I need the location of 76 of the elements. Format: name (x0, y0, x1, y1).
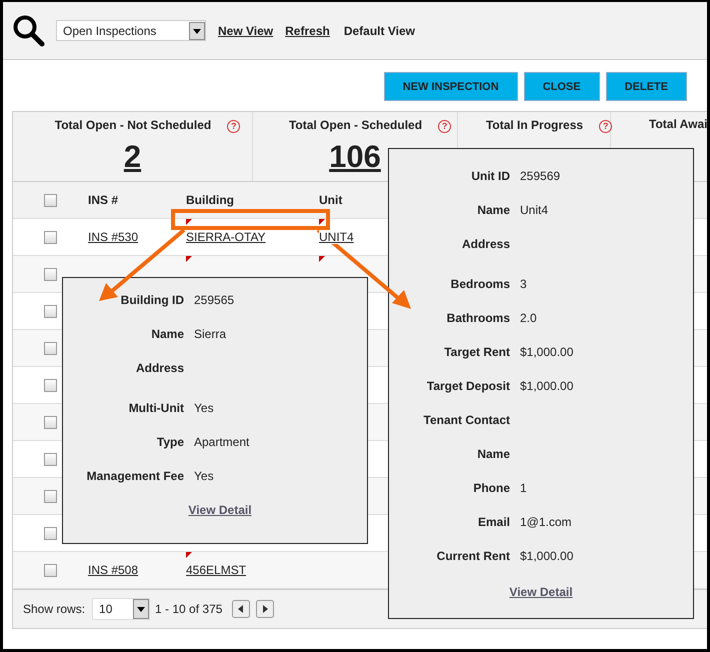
field-label: Address (460, 237, 510, 251)
field-label: Target Rent (443, 345, 510, 359)
field-value: Yes (194, 469, 214, 483)
help-icon[interactable]: ? (438, 120, 452, 133)
stat-value[interactable]: 106 (329, 139, 381, 175)
column-header[interactable]: Building (186, 193, 319, 207)
view-detail-link[interactable]: View Detail (188, 503, 252, 517)
field-label: Name (476, 447, 510, 461)
stat-value[interactable]: 2 (124, 139, 142, 175)
dropdown-icon[interactable] (133, 599, 150, 619)
checkbox[interactable] (44, 452, 57, 466)
action-button[interactable]: NEW INSPECTION (384, 72, 518, 101)
stat-label: Total Open - Not Scheduled (54, 118, 212, 132)
field-label: Phone (472, 481, 510, 495)
toolbar-link[interactable]: Refresh (285, 24, 330, 38)
checkbox[interactable] (44, 268, 57, 280)
show-rows-label: Show rows: (23, 602, 86, 616)
next-page-icon[interactable] (256, 600, 274, 618)
field-label: Management Fee (86, 469, 184, 483)
inspection-link[interactable]: INS #530 (88, 230, 138, 244)
page-size-select[interactable]: 10 (92, 598, 150, 620)
field-label: Unit ID (470, 169, 510, 183)
field-label: Type (156, 435, 184, 449)
checkbox[interactable] (44, 304, 57, 318)
building-link[interactable]: SIERRA-OTAY (186, 230, 266, 244)
field-value: Apartment (194, 435, 250, 449)
view-detail-link[interactable]: View Detail (509, 585, 573, 599)
field-value: Sierra (194, 327, 226, 341)
field-value: 1 (520, 481, 527, 495)
action-button[interactable]: CLOSE (524, 72, 600, 101)
field-label: Name (150, 327, 184, 341)
field-value: $1,000.00 (520, 549, 574, 563)
help-icon[interactable]: ? (227, 120, 240, 133)
field-value: 3 (520, 277, 527, 291)
stat-label: Total In Progress (486, 118, 584, 132)
field-value: 259569 (520, 169, 560, 183)
help-icon[interactable]: ? (599, 120, 612, 133)
field-label: Multi-Unit (128, 401, 184, 415)
field-value: Unit4 (520, 203, 548, 217)
action-button[interactable]: DELETE (606, 72, 687, 101)
field-value: 259565 (194, 293, 234, 307)
checkbox[interactable] (44, 490, 57, 502)
unit-link[interactable]: UNIT4 (319, 230, 354, 244)
building-link[interactable]: 456ELMST (186, 563, 246, 577)
page-range: 1 - 10 of 375 (155, 602, 222, 616)
toolbar-link[interactable]: New View (218, 24, 274, 38)
checkbox[interactable] (44, 564, 57, 576)
previous-page-icon[interactable] (232, 600, 250, 618)
column-header[interactable]: INS # (88, 193, 186, 207)
field-label: Tenant Contact (422, 413, 510, 427)
field-value: 1@1.com (520, 515, 572, 529)
field-label: Email (476, 515, 510, 529)
checkbox[interactable] (44, 230, 57, 244)
checkbox[interactable] (44, 194, 57, 206)
field-value: 2.0 (520, 311, 537, 325)
dropdown-icon[interactable] (189, 22, 205, 40)
stat-label: Total Open - Scheduled (288, 118, 422, 132)
inspection-link[interactable]: INS #508 (88, 563, 138, 577)
field-label: Address (134, 361, 184, 375)
field-label: Bedrooms (450, 277, 510, 291)
search-icon[interactable] (12, 14, 46, 48)
field-value: Yes (194, 401, 214, 415)
checkbox[interactable] (44, 416, 57, 428)
checkbox[interactable] (44, 342, 57, 354)
field-label: Name (476, 203, 510, 217)
view-select[interactable]: Open Inspections (56, 20, 206, 41)
current-view-label: Default View (344, 24, 415, 38)
checkbox[interactable] (44, 378, 57, 392)
field-label: Target Deposit (426, 379, 510, 393)
stat-label: Total Awai (649, 117, 707, 131)
field-label: Bathrooms (446, 311, 510, 325)
field-value: $1,000.00 (520, 379, 574, 393)
field-label: Building ID (120, 293, 184, 307)
checkbox[interactable] (44, 526, 57, 540)
field-value: $1,000.00 (520, 345, 574, 359)
field-label: Current Rent (436, 549, 510, 563)
